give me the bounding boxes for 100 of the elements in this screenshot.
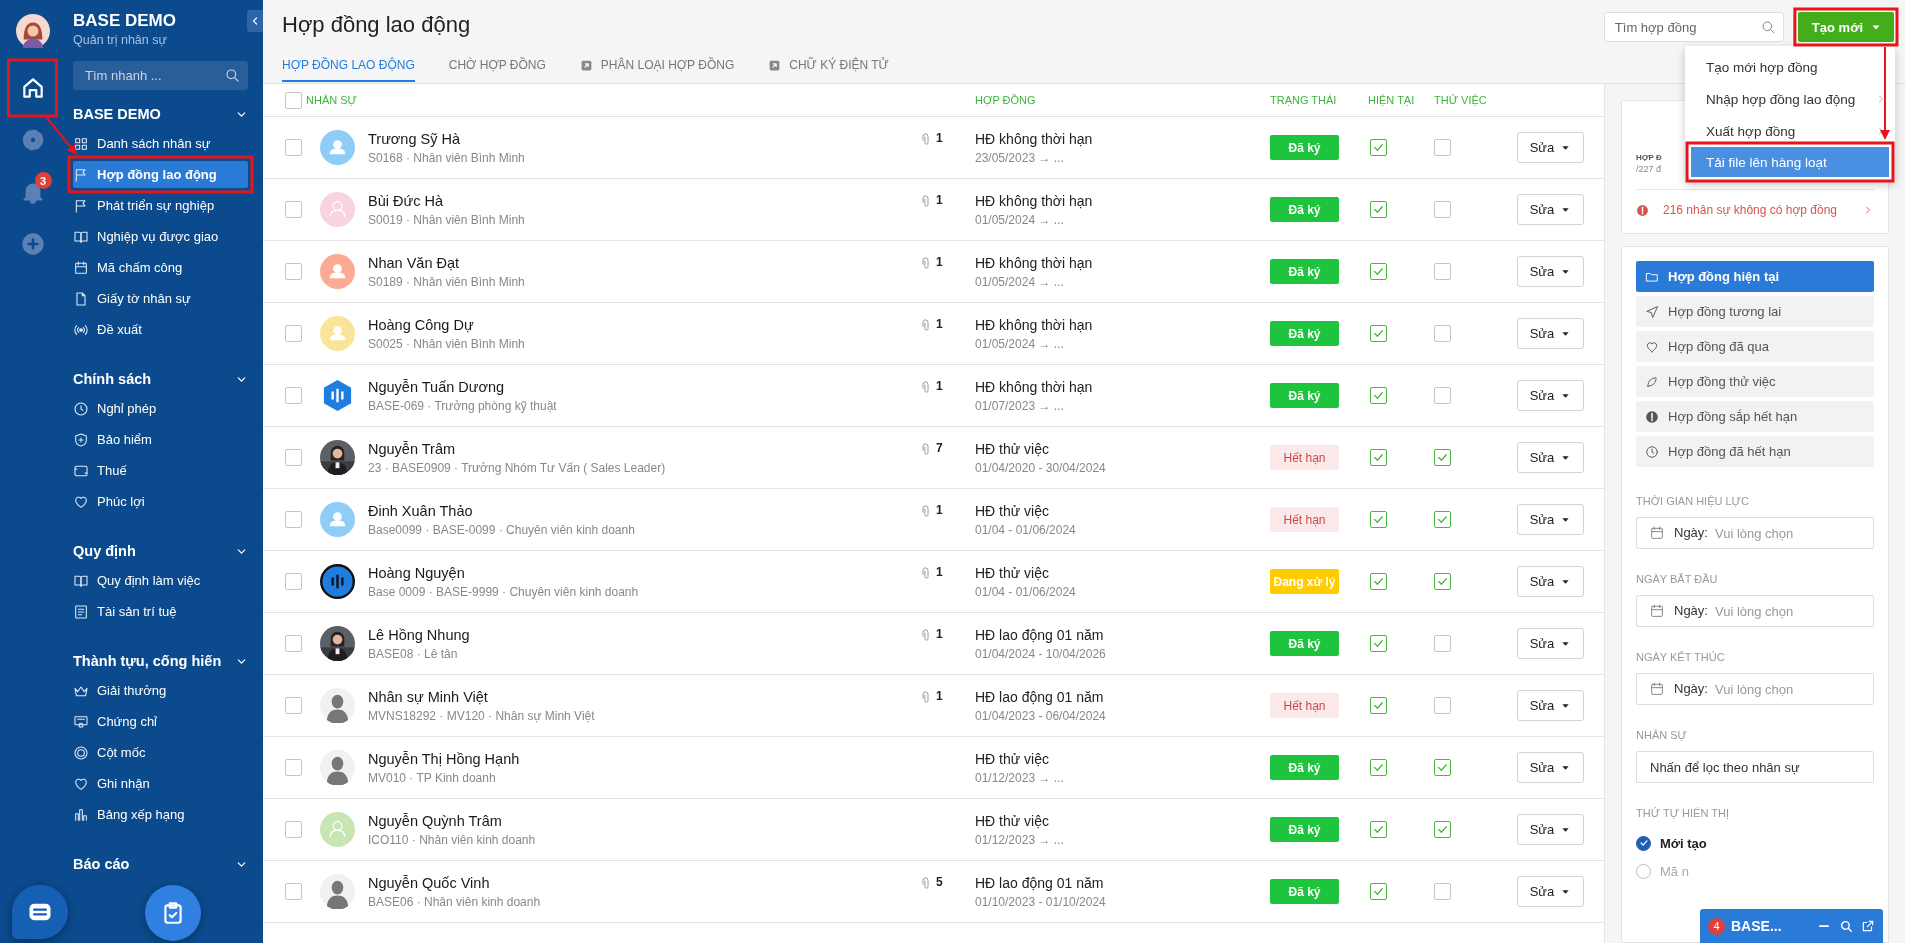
checkbox[interactable] bbox=[1370, 573, 1387, 590]
checkbox[interactable] bbox=[1370, 449, 1387, 466]
edit-button[interactable]: Sửa bbox=[1517, 814, 1584, 845]
employee-name[interactable]: Đinh Xuân Thảo bbox=[368, 502, 473, 519]
nav-item[interactable]: Ghi nhận bbox=[73, 770, 248, 797]
employee-name[interactable]: Nguyễn Thị Hồng Hạnh bbox=[368, 750, 520, 767]
edit-button[interactable]: Sửa bbox=[1517, 194, 1584, 225]
filter-item[interactable]: Hợp đồng hiện tại bbox=[1636, 261, 1874, 292]
checkbox[interactable] bbox=[1370, 139, 1387, 156]
edit-button[interactable]: Sửa bbox=[1517, 256, 1584, 287]
checkbox[interactable] bbox=[1434, 635, 1451, 652]
checkbox[interactable] bbox=[285, 263, 302, 280]
checkbox[interactable] bbox=[1434, 697, 1451, 714]
checkbox[interactable] bbox=[1434, 325, 1451, 342]
nav-item[interactable]: Cột mốc bbox=[73, 739, 248, 766]
section-header[interactable]: Báo cáo bbox=[73, 856, 130, 872]
employee-name[interactable]: Nhan Văn Đạt bbox=[368, 254, 460, 271]
tab[interactable]: CHỜ HỢP ĐỒNG bbox=[448, 54, 546, 82]
nav-item[interactable]: Giấy tờ nhân sự bbox=[73, 285, 248, 312]
filter-item[interactable]: Hợp đồng tương lai bbox=[1636, 296, 1874, 327]
checkbox[interactable] bbox=[285, 91, 302, 109]
edit-button[interactable]: Sửa bbox=[1517, 566, 1584, 597]
edit-button[interactable]: Sửa bbox=[1517, 628, 1584, 659]
edit-button[interactable]: Sửa bbox=[1517, 690, 1584, 721]
employee-name[interactable]: Nhân sự Minh Việt bbox=[368, 688, 488, 705]
edit-button[interactable]: Sửa bbox=[1517, 380, 1584, 411]
section-header[interactable]: Thành tựu, cống hiến bbox=[73, 653, 222, 669]
checkbox[interactable] bbox=[1370, 821, 1387, 838]
edit-button[interactable]: Sửa bbox=[1517, 752, 1584, 783]
checkbox[interactable] bbox=[1434, 139, 1451, 156]
checkbox[interactable] bbox=[285, 635, 302, 652]
collapse-button[interactable] bbox=[247, 10, 263, 32]
checkbox[interactable] bbox=[285, 139, 302, 156]
tab[interactable]: PHÂN LOẠI HỢP ĐỒNG bbox=[579, 54, 735, 82]
checkbox[interactable] bbox=[1370, 387, 1387, 404]
employee-name[interactable]: Hoàng Công Dự bbox=[368, 316, 474, 333]
section-header[interactable]: Quy định bbox=[73, 543, 136, 559]
employee-name[interactable]: Nguyễn Quốc Vinh bbox=[368, 874, 490, 891]
checkbox[interactable] bbox=[1434, 387, 1451, 404]
search-field[interactable]: Tìm nhanh ... bbox=[73, 61, 248, 90]
checkbox[interactable] bbox=[285, 325, 302, 342]
checkbox[interactable] bbox=[285, 821, 302, 838]
checkbox[interactable] bbox=[285, 387, 302, 404]
checkbox[interactable] bbox=[1370, 201, 1387, 218]
checkbox[interactable] bbox=[285, 201, 302, 218]
section-header[interactable]: BASE DEMO bbox=[73, 106, 161, 122]
edit-button[interactable]: Sửa bbox=[1517, 876, 1584, 907]
menu-item[interactable]: Tạo mới hợp đồng bbox=[1685, 51, 1895, 83]
checkbox[interactable] bbox=[1370, 325, 1387, 342]
nav-item[interactable]: Danh sách nhân sự bbox=[73, 130, 248, 157]
nav-item[interactable]: Bảo hiểm bbox=[73, 426, 248, 453]
radio-label[interactable]: Mới tạo bbox=[1660, 835, 1707, 851]
warning-link[interactable]: 216 nhân sự không có hợp đồng bbox=[1636, 189, 1874, 217]
employee-name[interactable]: Nguyễn Trâm bbox=[368, 440, 456, 457]
menu-item[interactable]: Nhập hợp đồng lao động bbox=[1685, 83, 1895, 115]
checkbox[interactable] bbox=[1434, 263, 1451, 280]
filter-item[interactable]: Hợp đồng đã hết hạn bbox=[1636, 436, 1874, 467]
edit-button[interactable]: Sửa bbox=[1517, 504, 1584, 535]
section-header[interactable]: Chính sách bbox=[73, 371, 152, 387]
checkbox[interactable] bbox=[1434, 449, 1451, 466]
radio-button[interactable] bbox=[1636, 835, 1651, 851]
filter-item[interactable]: Hợp đồng đã qua bbox=[1636, 331, 1874, 362]
checkbox[interactable] bbox=[1434, 511, 1451, 528]
checkbox[interactable] bbox=[1370, 759, 1387, 776]
checkbox[interactable] bbox=[1434, 759, 1451, 776]
checkbox[interactable] bbox=[285, 883, 302, 900]
filter-item[interactable]: Hợp đồng sắp hết hạn bbox=[1636, 401, 1874, 432]
nav-item[interactable]: Nghỉ phép bbox=[73, 395, 248, 422]
checkbox[interactable] bbox=[285, 759, 302, 776]
nav-item[interactable]: Mã chấm công bbox=[73, 254, 248, 281]
nav-item[interactable]: Bảng xếp hạng bbox=[73, 801, 248, 828]
nav-item[interactable]: Đề xuất bbox=[73, 316, 248, 343]
checkbox[interactable] bbox=[1370, 697, 1387, 714]
checkbox[interactable] bbox=[1434, 201, 1451, 218]
nav-item[interactable]: Tài sản trí tuệ bbox=[73, 598, 248, 625]
tab[interactable]: CHỮ KÝ ĐIỆN TỬ bbox=[768, 54, 889, 82]
edit-button[interactable]: Sửa bbox=[1517, 442, 1584, 473]
filter-item[interactable]: Hợp đồng thử việc bbox=[1636, 366, 1874, 397]
checkbox[interactable] bbox=[1370, 635, 1387, 652]
checkbox[interactable] bbox=[1434, 821, 1451, 838]
employee-name[interactable]: Nguyễn Quỳnh Trâm bbox=[368, 812, 502, 829]
employee-name[interactable]: Hoàng Nguyện bbox=[368, 564, 465, 581]
edit-button[interactable]: Sửa bbox=[1517, 132, 1584, 163]
nav-item[interactable]: Quy định làm việc bbox=[73, 567, 248, 594]
edit-button[interactable]: Sửa bbox=[1517, 318, 1584, 349]
task-button[interactable] bbox=[145, 885, 201, 941]
nav-item[interactable]: Hợp đồng lao động bbox=[73, 161, 248, 188]
checkbox[interactable] bbox=[285, 697, 302, 714]
employee-name[interactable]: Nguyễn Tuấn Dương bbox=[368, 378, 505, 395]
checkbox[interactable] bbox=[1370, 883, 1387, 900]
add-icon[interactable] bbox=[19, 231, 46, 257]
input-field[interactable]: Nhấn để lọc theo nhân sự bbox=[1636, 751, 1874, 783]
checkbox[interactable] bbox=[1370, 511, 1387, 528]
menu-item[interactable]: Xuất hợp đồng bbox=[1685, 115, 1895, 147]
employee-name[interactable]: Lê Hồng Nhung bbox=[368, 626, 470, 643]
checkbox[interactable] bbox=[1434, 573, 1451, 590]
chat-button[interactable] bbox=[12, 885, 68, 939]
checkbox[interactable] bbox=[285, 511, 302, 528]
chat-bar[interactable]: 4 BASE... bbox=[1700, 909, 1883, 943]
checkbox[interactable] bbox=[1434, 883, 1451, 900]
